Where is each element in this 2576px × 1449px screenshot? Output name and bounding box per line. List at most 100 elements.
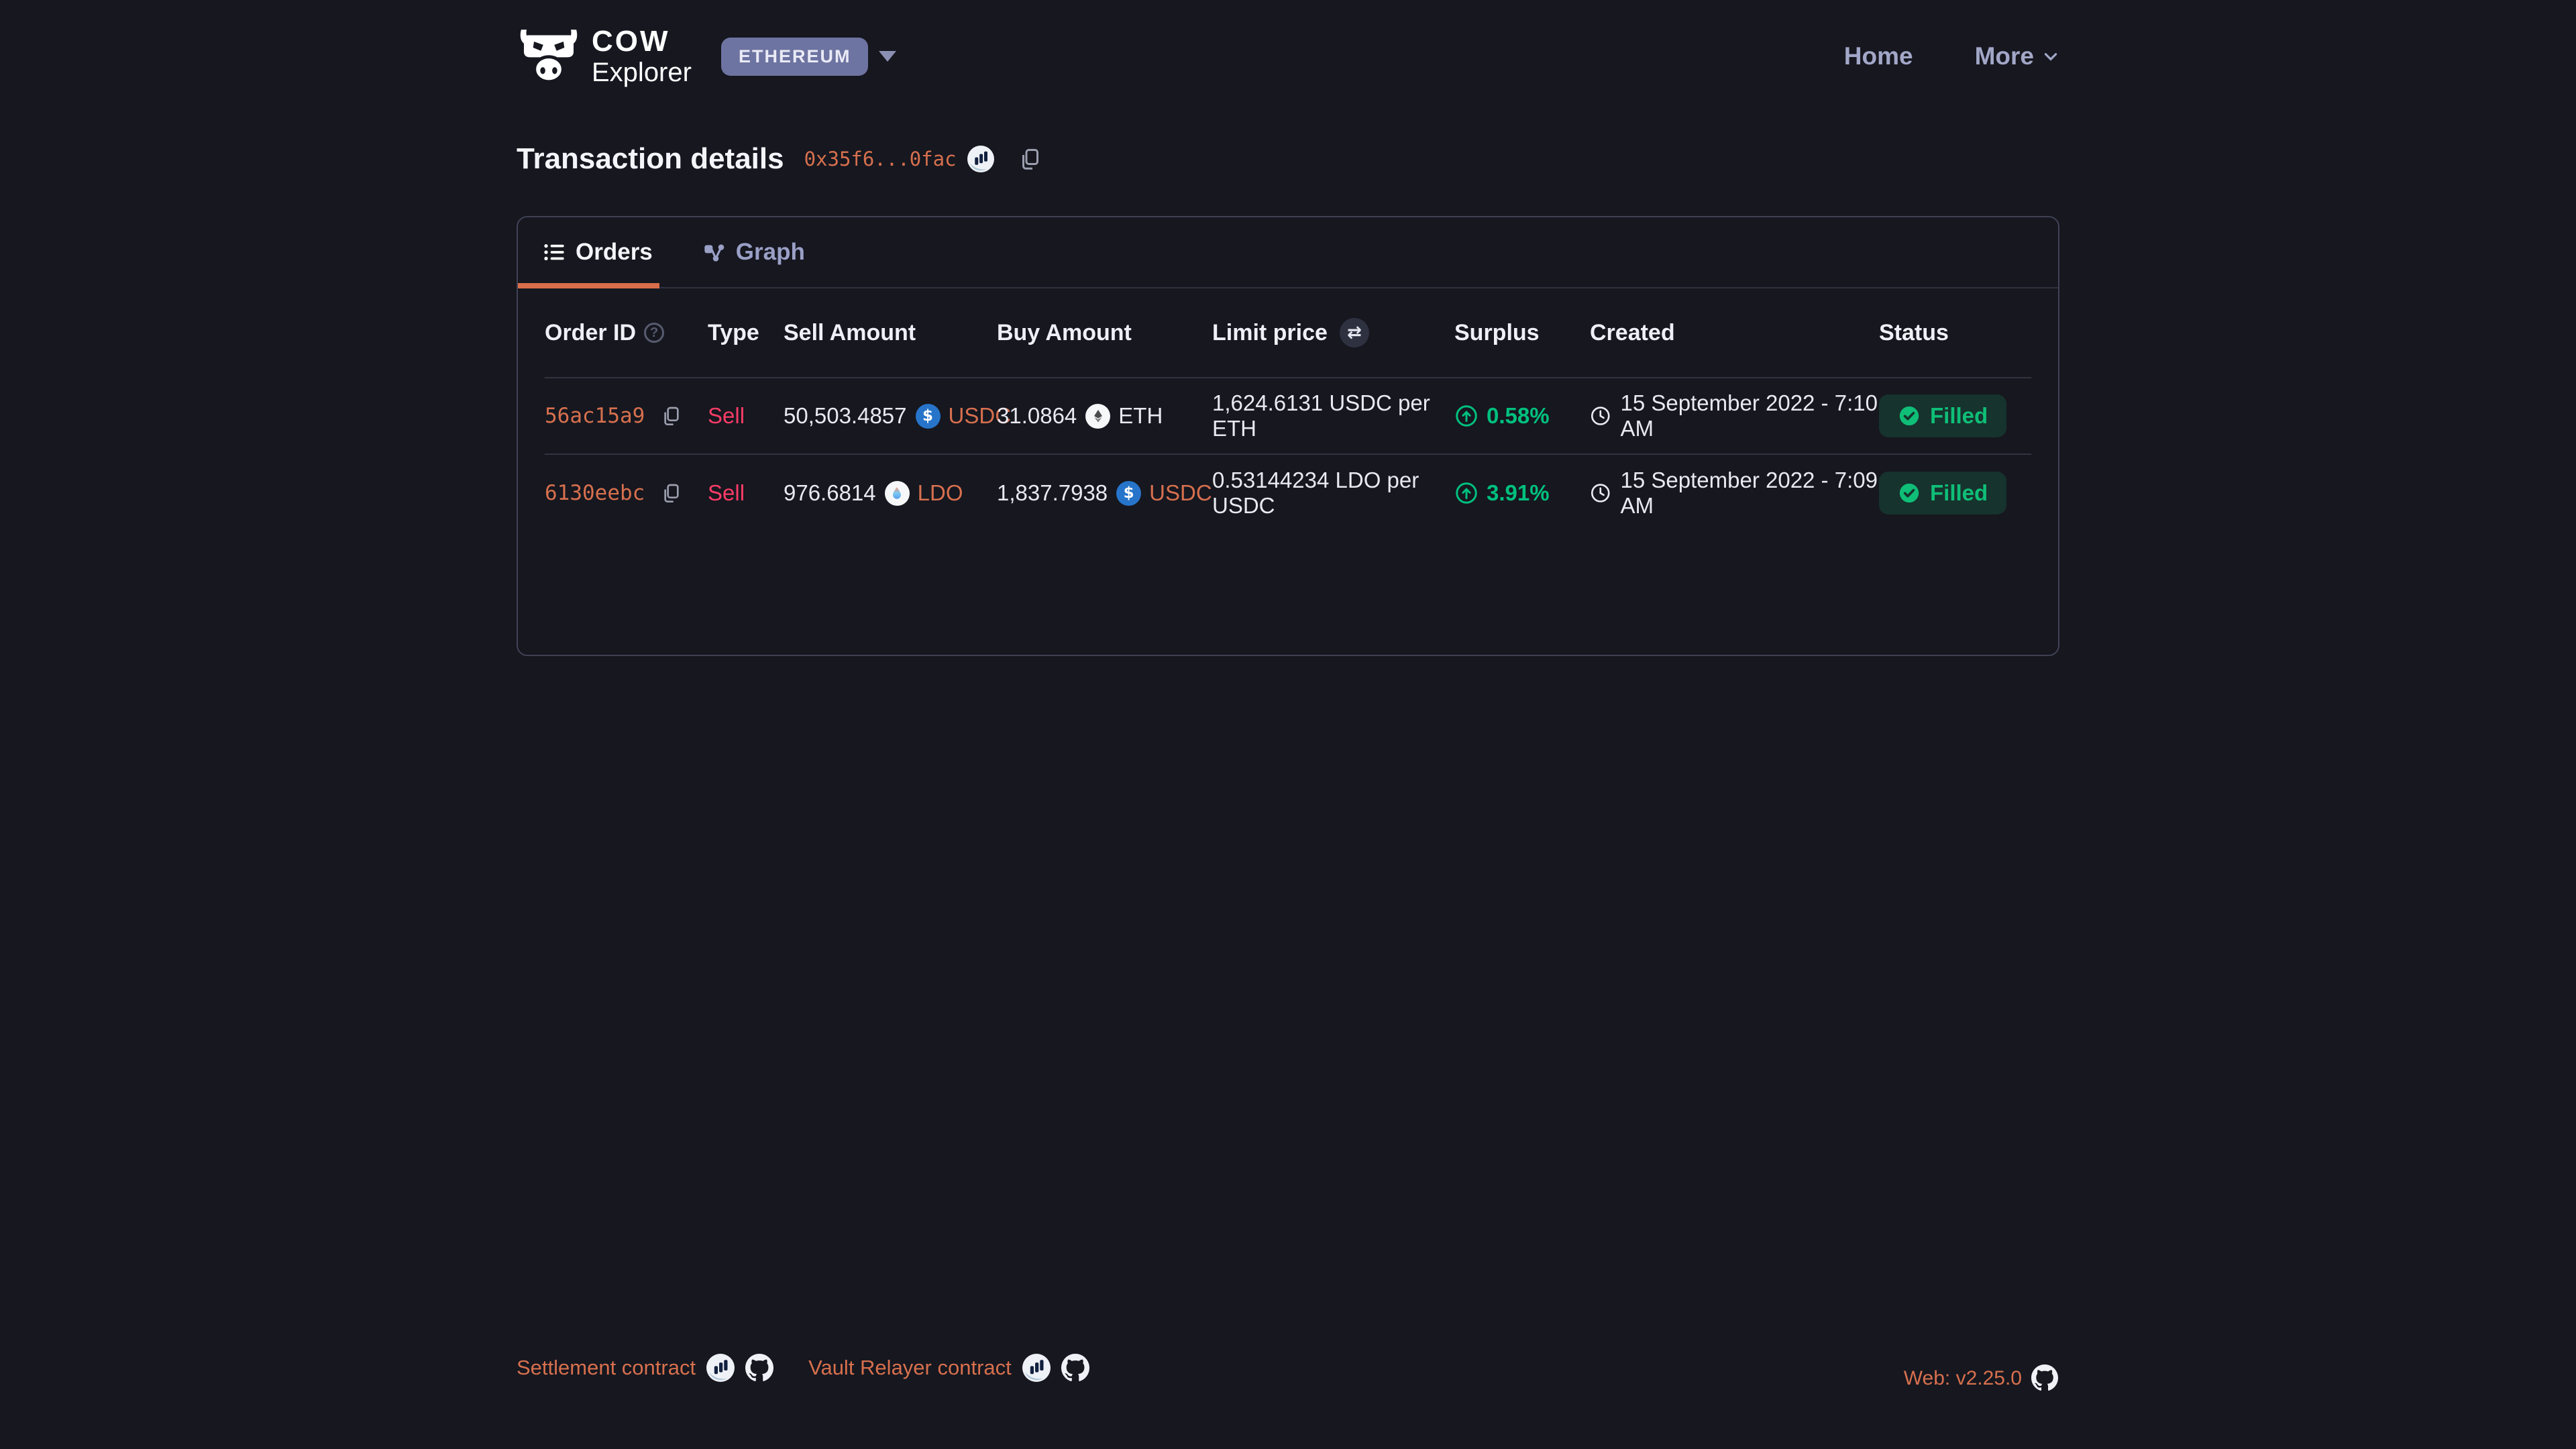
nav-link-more[interactable]: More	[1975, 42, 2059, 70]
order-id-cell: 6130eebc	[545, 481, 708, 505]
status-label: Filled	[1930, 480, 1988, 506]
col-order-id: Order ID ?	[545, 320, 708, 346]
table-header-row: Order ID ? Type Sell Amount Buy Amount L…	[545, 288, 2031, 378]
clock-icon	[1590, 404, 1611, 428]
sell-token-link[interactable]: LDO	[918, 480, 963, 506]
title-row: Transaction details 0x35f6...0fac	[517, 142, 2059, 176]
ldo-token-icon	[885, 481, 910, 506]
tab-orders[interactable]: Orders	[518, 217, 659, 287]
copy-order-id-icon[interactable]	[661, 405, 682, 427]
footer: Settlement contract	[517, 1354, 2059, 1449]
footer-version-item: Web: v2.25.0	[1904, 1364, 2059, 1393]
buy-amount-cell: 1,837.7938 $ USDC	[997, 480, 1212, 506]
buy-amount-cell: 31.0864 ETH	[997, 403, 1212, 429]
tab-orders-label: Orders	[576, 239, 653, 266]
header: COW Explorer ETHEREUM Home More	[517, 0, 2059, 87]
status-badge: Filled	[1879, 472, 2006, 515]
limit-price-cell: 1,624.6131 USDC per ETH	[1212, 390, 1454, 441]
copy-tx-hash-icon[interactable]	[1018, 147, 1042, 171]
github-icon[interactable]	[1061, 1354, 1089, 1382]
vault-relayer-contract-link[interactable]: Vault Relayer contract	[808, 1356, 1012, 1380]
usdc-token-icon: $	[1116, 481, 1141, 506]
status-badge: Filled	[1879, 394, 2006, 437]
settlement-contract-link[interactable]: Settlement contract	[517, 1356, 696, 1380]
network-selector[interactable]: ETHEREUM	[721, 38, 897, 76]
logo-line2: Explorer	[592, 59, 692, 86]
check-circle-icon	[1898, 405, 1921, 427]
col-sell-amount: Sell Amount	[784, 320, 997, 346]
created-value: 15 September 2022 - 7:09 AM	[1621, 468, 1879, 519]
status-cell: Filled	[1879, 394, 2031, 437]
list-icon	[543, 241, 565, 263]
settlement-contract-item: Settlement contract	[517, 1354, 773, 1382]
check-circle-icon	[1898, 482, 1921, 504]
sell-amount-value: 976.6814	[784, 480, 876, 506]
graph-icon	[704, 241, 725, 263]
orders-table: Order ID ? Type Sell Amount Buy Amount L…	[545, 288, 2031, 531]
sell-amount-cell: 50,503.4857 $ USDC	[784, 403, 997, 429]
status-label: Filled	[1930, 403, 1988, 429]
network-badge[interactable]: ETHEREUM	[721, 38, 869, 76]
col-surplus: Surplus	[1454, 320, 1590, 346]
page: COW Explorer ETHEREUM Home More Transac	[0, 0, 2576, 1449]
status-cell: Filled	[1879, 472, 2031, 515]
order-id-link[interactable]: 6130eebc	[545, 481, 645, 505]
order-id-link[interactable]: 56ac15a9	[545, 404, 645, 428]
col-buy-amount: Buy Amount	[997, 320, 1212, 346]
page-title: Transaction details	[517, 142, 784, 176]
buy-amount-value: 31.0864	[997, 403, 1077, 429]
order-id-cell: 56ac15a9	[545, 404, 708, 428]
surplus-value: 3.91%	[1487, 480, 1550, 506]
table-row: 56ac15a9 Sell 50,503.4857 $ USDC	[545, 378, 2031, 455]
sell-amount-value: 50,503.4857	[784, 403, 907, 429]
tab-graph[interactable]: Graph	[688, 217, 821, 287]
limit-price-cell: 0.53144234 LDO per USDC	[1212, 468, 1454, 519]
cow-logo-icon	[517, 25, 581, 87]
logo-wordmark: COW Explorer	[592, 27, 692, 86]
copy-order-id-icon[interactable]	[661, 482, 682, 504]
chevron-down-icon	[879, 51, 896, 62]
order-type: Sell	[708, 480, 784, 506]
github-icon[interactable]	[2031, 1364, 2059, 1393]
created-value: 15 September 2022 - 7:10 AM	[1621, 390, 1879, 441]
etherscan-icon[interactable]	[1022, 1354, 1051, 1382]
tabbar: Orders Graph	[518, 217, 2058, 288]
invert-price-icon[interactable]: ⇄	[1340, 318, 1369, 347]
cow-explorer-logo[interactable]: COW Explorer	[517, 25, 692, 87]
eth-token-icon	[1085, 404, 1110, 429]
col-type: Type	[708, 320, 784, 346]
buy-token-link[interactable]: USDC	[1149, 480, 1212, 506]
nav-link-home[interactable]: Home	[1844, 42, 1913, 70]
surplus-up-icon	[1454, 481, 1479, 505]
chevron-down-icon	[2042, 48, 2059, 65]
tx-hash-link[interactable]: 0x35f6...0fac	[804, 148, 957, 170]
col-created: Created	[1590, 320, 1879, 346]
surplus-value: 0.58%	[1487, 403, 1550, 429]
logo-line1: COW	[592, 27, 692, 56]
usdc-token-icon: $	[916, 404, 941, 429]
clock-icon	[1590, 481, 1611, 505]
order-type: Sell	[708, 403, 784, 429]
col-order-id-label: Order ID	[545, 320, 636, 346]
web-version-link[interactable]: Web: v2.25.0	[1904, 1367, 2022, 1390]
created-cell: 15 September 2022 - 7:10 AM	[1590, 390, 1879, 441]
etherscan-icon[interactable]	[967, 146, 994, 172]
col-limit-price: Limit price ⇄	[1212, 318, 1454, 347]
surplus-cell: 3.91%	[1454, 480, 1590, 506]
github-icon[interactable]	[745, 1354, 773, 1382]
buy-amount-value: 1,837.7938	[997, 480, 1108, 506]
main-nav: Home More	[1844, 42, 2059, 70]
tab-graph-label: Graph	[736, 239, 805, 266]
vault-relayer-contract-item: Vault Relayer contract	[808, 1354, 1089, 1382]
orders-card: Orders Graph Order ID	[517, 216, 2059, 656]
table-row: 6130eebc Sell 976.6814	[545, 455, 2031, 531]
buy-token-label: ETH	[1118, 403, 1163, 429]
sell-amount-cell: 976.6814 LDO	[784, 480, 997, 506]
nav-more-label: More	[1975, 42, 2034, 70]
surplus-cell: 0.58%	[1454, 403, 1590, 429]
col-limit-price-label: Limit price	[1212, 320, 1328, 346]
etherscan-icon[interactable]	[706, 1354, 735, 1382]
created-cell: 15 September 2022 - 7:09 AM	[1590, 468, 1879, 519]
col-status: Status	[1879, 320, 2031, 346]
help-icon[interactable]: ?	[644, 323, 664, 343]
